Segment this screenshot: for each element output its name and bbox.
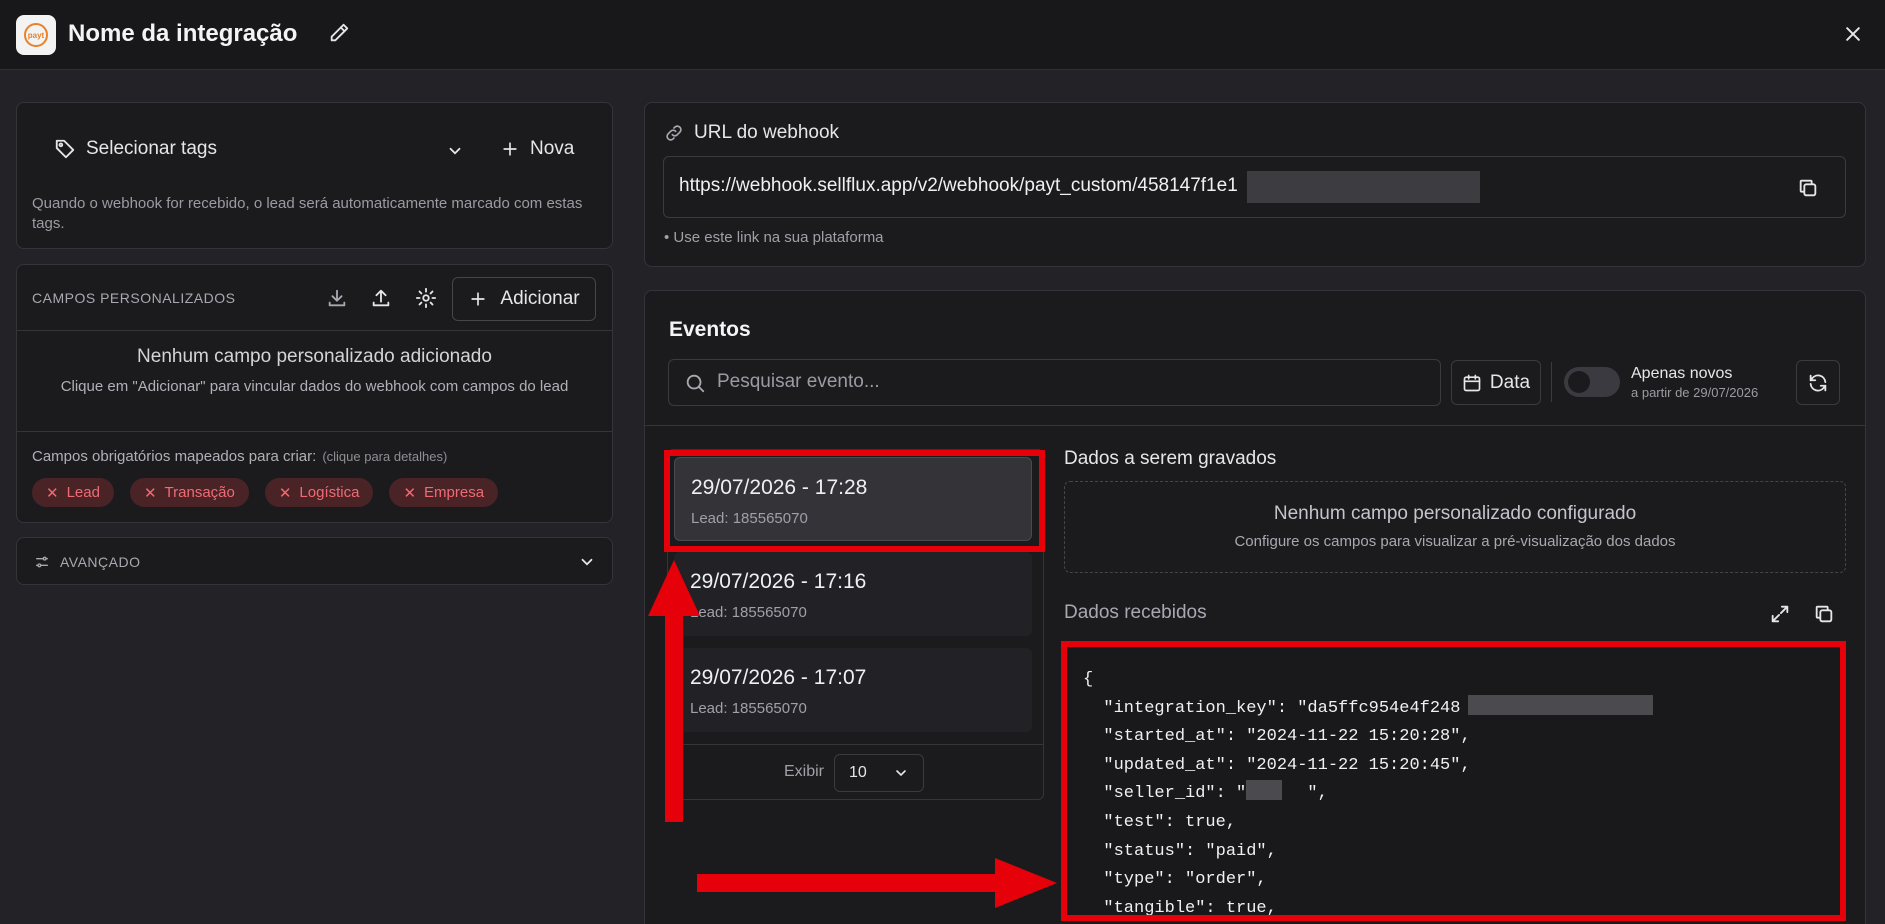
add-field-button[interactable]: Adicionar <box>452 277 596 321</box>
new-tag-label: Nova <box>530 138 575 159</box>
arrow-right-annotation <box>697 858 1057 908</box>
chip-label: Transação <box>164 484 235 501</box>
chip-label: Lead <box>66 484 100 501</box>
chip-transacao[interactable]: ✕ Transação <box>129 478 249 507</box>
webhook-url-title: URL do webhook <box>664 122 839 144</box>
chip-label: Empresa <box>424 484 485 501</box>
events-title: Eventos <box>669 318 751 341</box>
date-filter-button[interactable]: Data <box>1451 360 1541 405</box>
search-icon <box>684 372 706 394</box>
advanced-label: AVANÇADO <box>60 554 141 570</box>
plus-icon <box>468 289 488 309</box>
data-to-save-box <box>1064 481 1846 573</box>
close-icon: ✕ <box>403 484 417 502</box>
chevron-down-icon[interactable] <box>446 142 464 160</box>
tag-icon <box>54 138 76 160</box>
add-field-label: Adicionar <box>500 288 580 309</box>
required-chips: ✕ Lead ✕ Transação ✕ Logística ✕ Empresa <box>32 478 499 507</box>
divider <box>667 744 1044 745</box>
event-item[interactable]: 29/07/2026 - 17:07 Lead: 185565070 <box>674 648 1032 732</box>
tags-select-label: Selecionar tags <box>86 138 217 159</box>
webhook-url-hint: • Use este link na sua plataforma <box>664 229 884 246</box>
page-title: Nome da integração <box>68 20 298 47</box>
chip-label: Logística <box>299 484 360 501</box>
close-icon[interactable] <box>1843 24 1863 44</box>
event-item[interactable]: 29/07/2026 - 17:16 Lead: 185565070 <box>674 552 1032 636</box>
chevron-down-icon[interactable] <box>578 553 596 571</box>
upload-icon[interactable] <box>370 287 392 309</box>
gear-icon[interactable] <box>415 287 437 309</box>
link-icon <box>664 123 684 143</box>
plus-icon <box>500 139 520 159</box>
refresh-icon <box>1807 372 1829 394</box>
webhook-url-value[interactable]: https://webhook.sellflux.app/v2/webhook/… <box>679 175 1238 197</box>
event-date: 29/07/2026 - 17:16 <box>690 570 867 593</box>
page-size-select[interactable]: 10 <box>834 754 924 792</box>
toggle-knob <box>1568 371 1590 393</box>
event-lead: Lead: 185565070 <box>690 700 807 717</box>
chip-logistica[interactable]: ✕ Logística <box>264 478 374 507</box>
chevron-down-icon <box>893 765 909 781</box>
new-only-sublabel: a partir de 29/07/2026 <box>1631 385 1759 400</box>
advanced-toggle[interactable]: AVANÇADO <box>34 554 141 570</box>
close-icon: ✕ <box>278 484 292 502</box>
divider <box>1551 362 1552 402</box>
highlight-box-event <box>664 450 1045 552</box>
divider <box>644 425 1866 426</box>
data-empty-subtitle: Configure os campos para visualizar a pr… <box>1234 533 1676 550</box>
divider <box>16 431 613 432</box>
search-input[interactable] <box>717 370 1417 394</box>
received-data-title: Dados recebidos <box>1064 602 1207 623</box>
data-empty-title: Nenhum campo personalizado configurado <box>1273 503 1637 524</box>
custom-fields-title: CAMPOS PERSONALIZADOS <box>32 290 236 306</box>
logo-mark: payt <box>24 23 48 47</box>
close-icon: ✕ <box>46 484 59 502</box>
copy-icon[interactable] <box>1813 603 1835 625</box>
highlight-box-json <box>1061 641 1846 921</box>
no-fields-subtitle: Clique em "Adicionar" para vincular dado… <box>60 378 569 395</box>
arrow-up-annotation <box>648 560 700 822</box>
expand-icon[interactable] <box>1769 603 1791 625</box>
refresh-button[interactable] <box>1796 360 1840 405</box>
divider <box>16 330 613 331</box>
download-icon[interactable] <box>326 287 348 309</box>
edit-title-icon[interactable] <box>328 22 350 44</box>
page-size-label: Exibir <box>784 763 825 780</box>
event-lead: Lead: 185565070 <box>690 604 807 621</box>
redacted-block <box>1247 171 1480 203</box>
chip-lead[interactable]: ✕ Lead <box>32 478 114 507</box>
date-filter-label: Data <box>1489 371 1531 393</box>
tags-select[interactable]: Selecionar tags <box>54 138 217 160</box>
integration-logo: payt <box>16 15 56 55</box>
required-fields-label: Campos obrigatórios mapeados para criar:… <box>32 448 447 465</box>
data-to-save-title: Dados a serem gravados <box>1064 448 1277 469</box>
no-fields-title: Nenhum campo personalizado adicionado <box>137 346 492 367</box>
chip-empresa[interactable]: ✕ Empresa <box>389 478 499 507</box>
required-fields-hint[interactable]: (clique para detalhes) <box>322 449 447 464</box>
new-only-label: Apenas novos <box>1631 365 1733 382</box>
page-size-value: 10 <box>849 764 867 781</box>
close-icon: ✕ <box>143 484 157 502</box>
new-tag-button[interactable]: Nova <box>500 138 574 160</box>
required-fields-text: Campos obrigatórios mapeados para criar: <box>32 448 317 465</box>
event-date: 29/07/2026 - 17:07 <box>690 666 867 689</box>
tags-help-text: Quando o webhook for recebido, o lead se… <box>32 195 583 232</box>
calendar-icon <box>1462 373 1482 393</box>
sliders-icon <box>34 554 50 570</box>
webhook-url-label: URL do webhook <box>694 122 840 143</box>
copy-icon[interactable] <box>1797 177 1819 199</box>
